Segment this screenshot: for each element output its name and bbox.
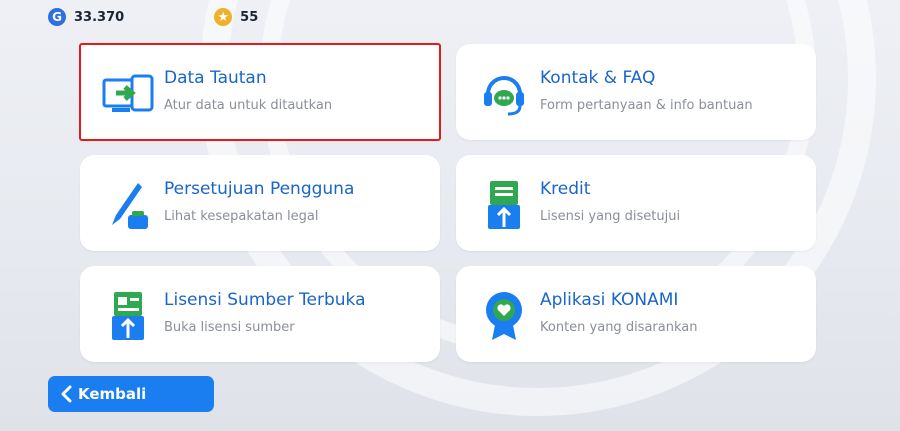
card-subtitle: Konten yang disarankan [540, 320, 698, 335]
card-title: Lisensi Sumber Terbuka [164, 290, 366, 310]
currency-g: G 33.370 [48, 8, 124, 26]
credits-book-icon [478, 179, 530, 231]
card-subtitle: Lihat kesepakatan legal [164, 209, 319, 224]
card-title: Aplikasi KONAMI [540, 290, 679, 310]
headset-chat-icon [478, 68, 530, 120]
card-subtitle: Buka lisensi sumber [164, 320, 295, 335]
pen-ink-icon [102, 179, 154, 231]
menu-card-data-tautan[interactable]: Data Tautan Atur data untuk ditautkan [79, 43, 441, 141]
license-book-icon [102, 290, 154, 342]
card-title: Persetujuan Pengguna [164, 179, 355, 199]
chevron-left-icon [60, 385, 72, 403]
card-title: Kredit [540, 179, 591, 199]
currency-g-value: 33.370 [74, 9, 125, 25]
currency-bar: G 33.370 ★ 55 [48, 6, 348, 28]
currency-star-value: 55 [240, 9, 259, 25]
menu-card-kontak-faq[interactable]: Kontak & FAQ Form pertanyaan & info bant… [456, 44, 816, 140]
menu-card-kredit[interactable]: Kredit Lisensi yang disetujui [456, 155, 816, 251]
link-device-icon [102, 68, 154, 120]
currency-star: ★ 55 [214, 8, 258, 26]
card-title: Kontak & FAQ [540, 68, 656, 88]
menu-card-persetujuan-pengguna[interactable]: Persetujuan Pengguna Lihat kesepakatan l… [80, 155, 440, 251]
card-title: Data Tautan [164, 68, 267, 88]
card-subtitle: Form pertanyaan & info bantuan [540, 98, 753, 113]
back-button-label: Kembali [78, 385, 147, 403]
card-subtitle: Atur data untuk ditautkan [164, 98, 333, 113]
menu-card-aplikasi-konami[interactable]: Aplikasi KONAMI Konten yang disarankan [456, 266, 816, 362]
menu-card-lisensi-sumber-terbuka[interactable]: Lisensi Sumber Terbuka Buka lisensi sumb… [80, 266, 440, 362]
g-coin-icon: G [48, 8, 66, 26]
star-coin-icon: ★ [214, 8, 233, 26]
card-subtitle: Lisensi yang disetujui [540, 209, 681, 224]
back-button[interactable]: Kembali [48, 376, 214, 412]
konami-badge-icon [478, 290, 530, 342]
